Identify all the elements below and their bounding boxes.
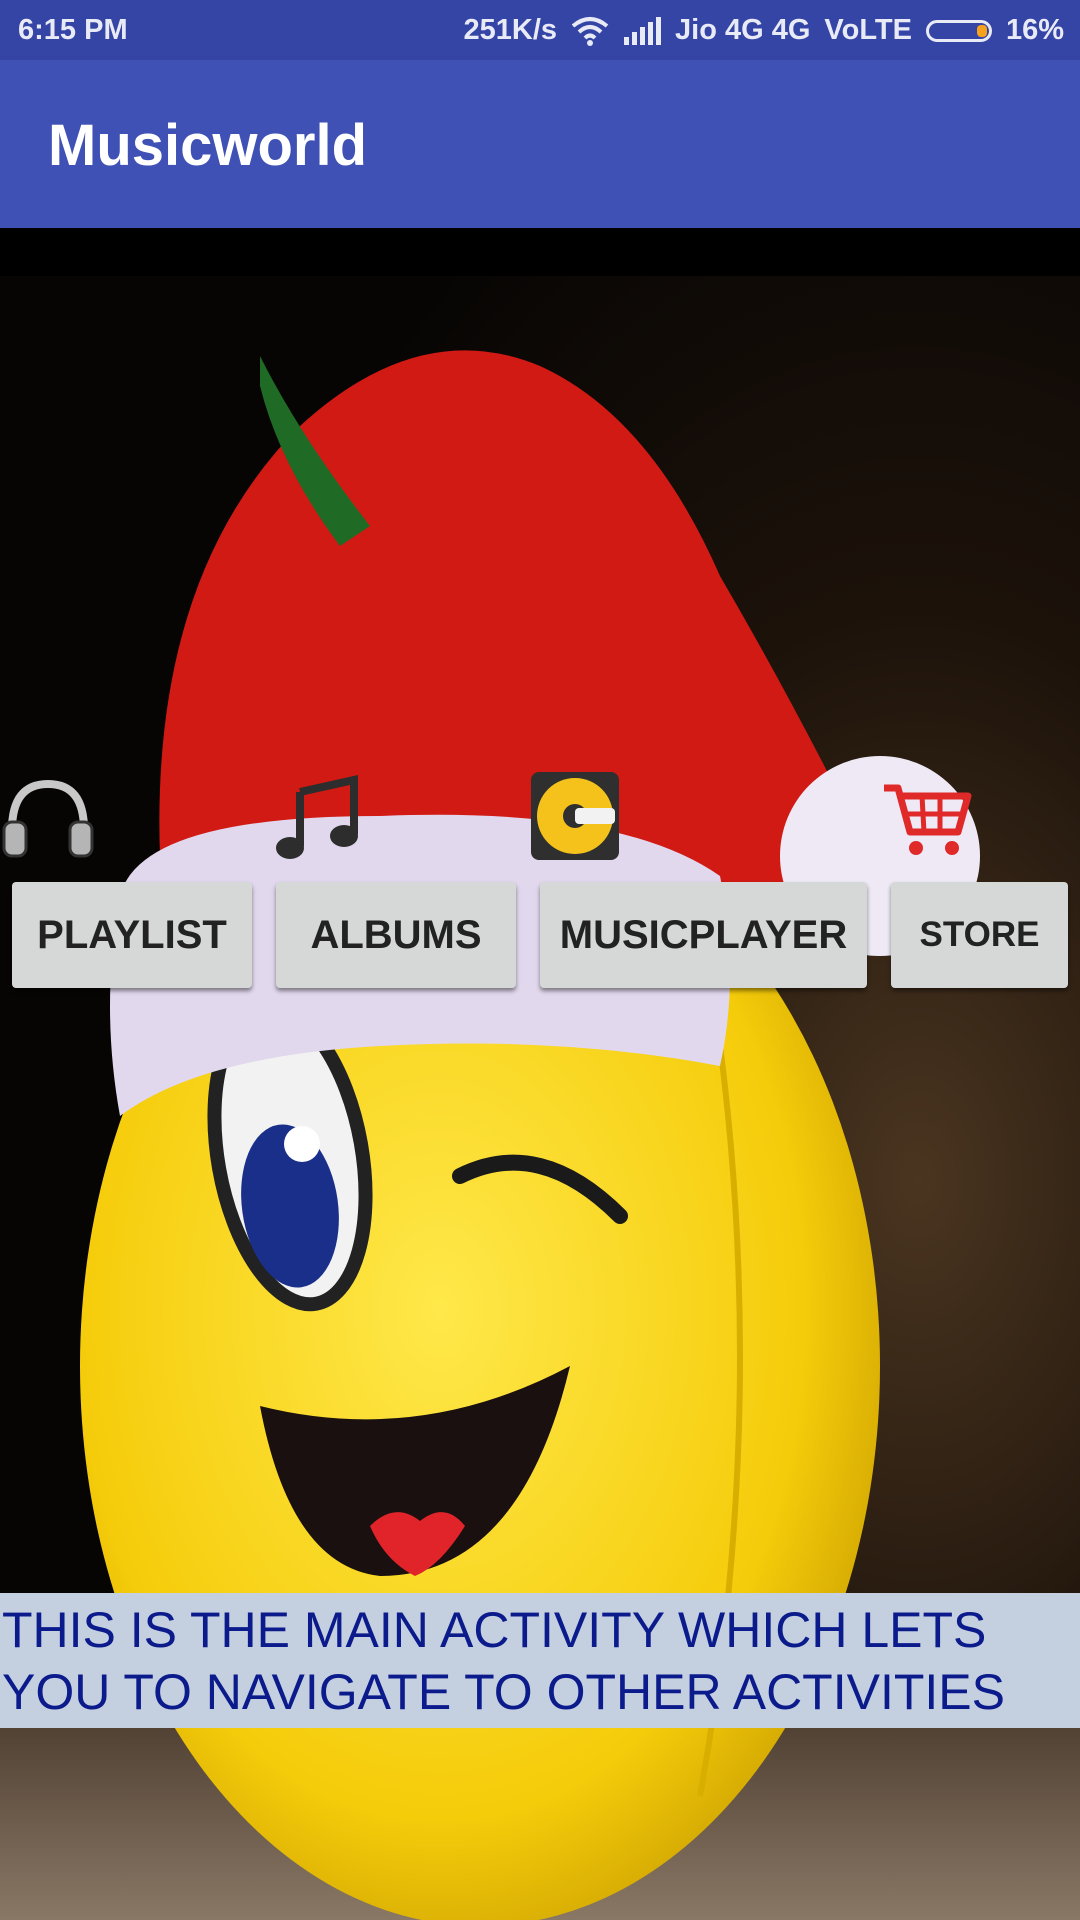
battery-percent: 16% — [1005, 14, 1064, 46]
albums-button[interactable]: ALBUMS — [276, 882, 516, 988]
app-title: Musicworld — [48, 113, 368, 178]
signal-icon — [624, 16, 662, 45]
playlist-button[interactable]: PLAYLIST — [12, 882, 252, 988]
app-bar: Musicworld — [0, 60, 1080, 228]
network-speed: 251K/s — [463, 14, 558, 46]
headphones-icon[interactable] — [0, 768, 96, 864]
status-bar: 6:15 PM 251K/s Jio 4G 4G VoLTE 16% — [0, 0, 1080, 60]
battery-icon — [925, 19, 992, 42]
status-right: 251K/s Jio 4G 4G VoLTE 16% — [464, 14, 1064, 47]
shopping-cart-icon[interactable] — [878, 768, 974, 864]
volte-label: VoLTE — [824, 14, 912, 46]
store-button[interactable]: STORE — [891, 882, 1068, 988]
description-text: THIS IS THE MAIN ACTIVITY WHICH LETS YOU… — [2, 1602, 1005, 1720]
status-time: 6:15 PM — [18, 14, 128, 46]
musicplayer-button[interactable]: MUSICPLAYER — [540, 882, 867, 988]
wifi-icon — [571, 16, 609, 46]
description-banner: THIS IS THE MAIN ACTIVITY WHICH LETS YOU… — [0, 1593, 1080, 1728]
music-note-icon[interactable] — [268, 768, 364, 864]
disc-player-icon[interactable] — [527, 768, 623, 864]
carrier-label: Jio 4G 4G — [675, 14, 811, 46]
